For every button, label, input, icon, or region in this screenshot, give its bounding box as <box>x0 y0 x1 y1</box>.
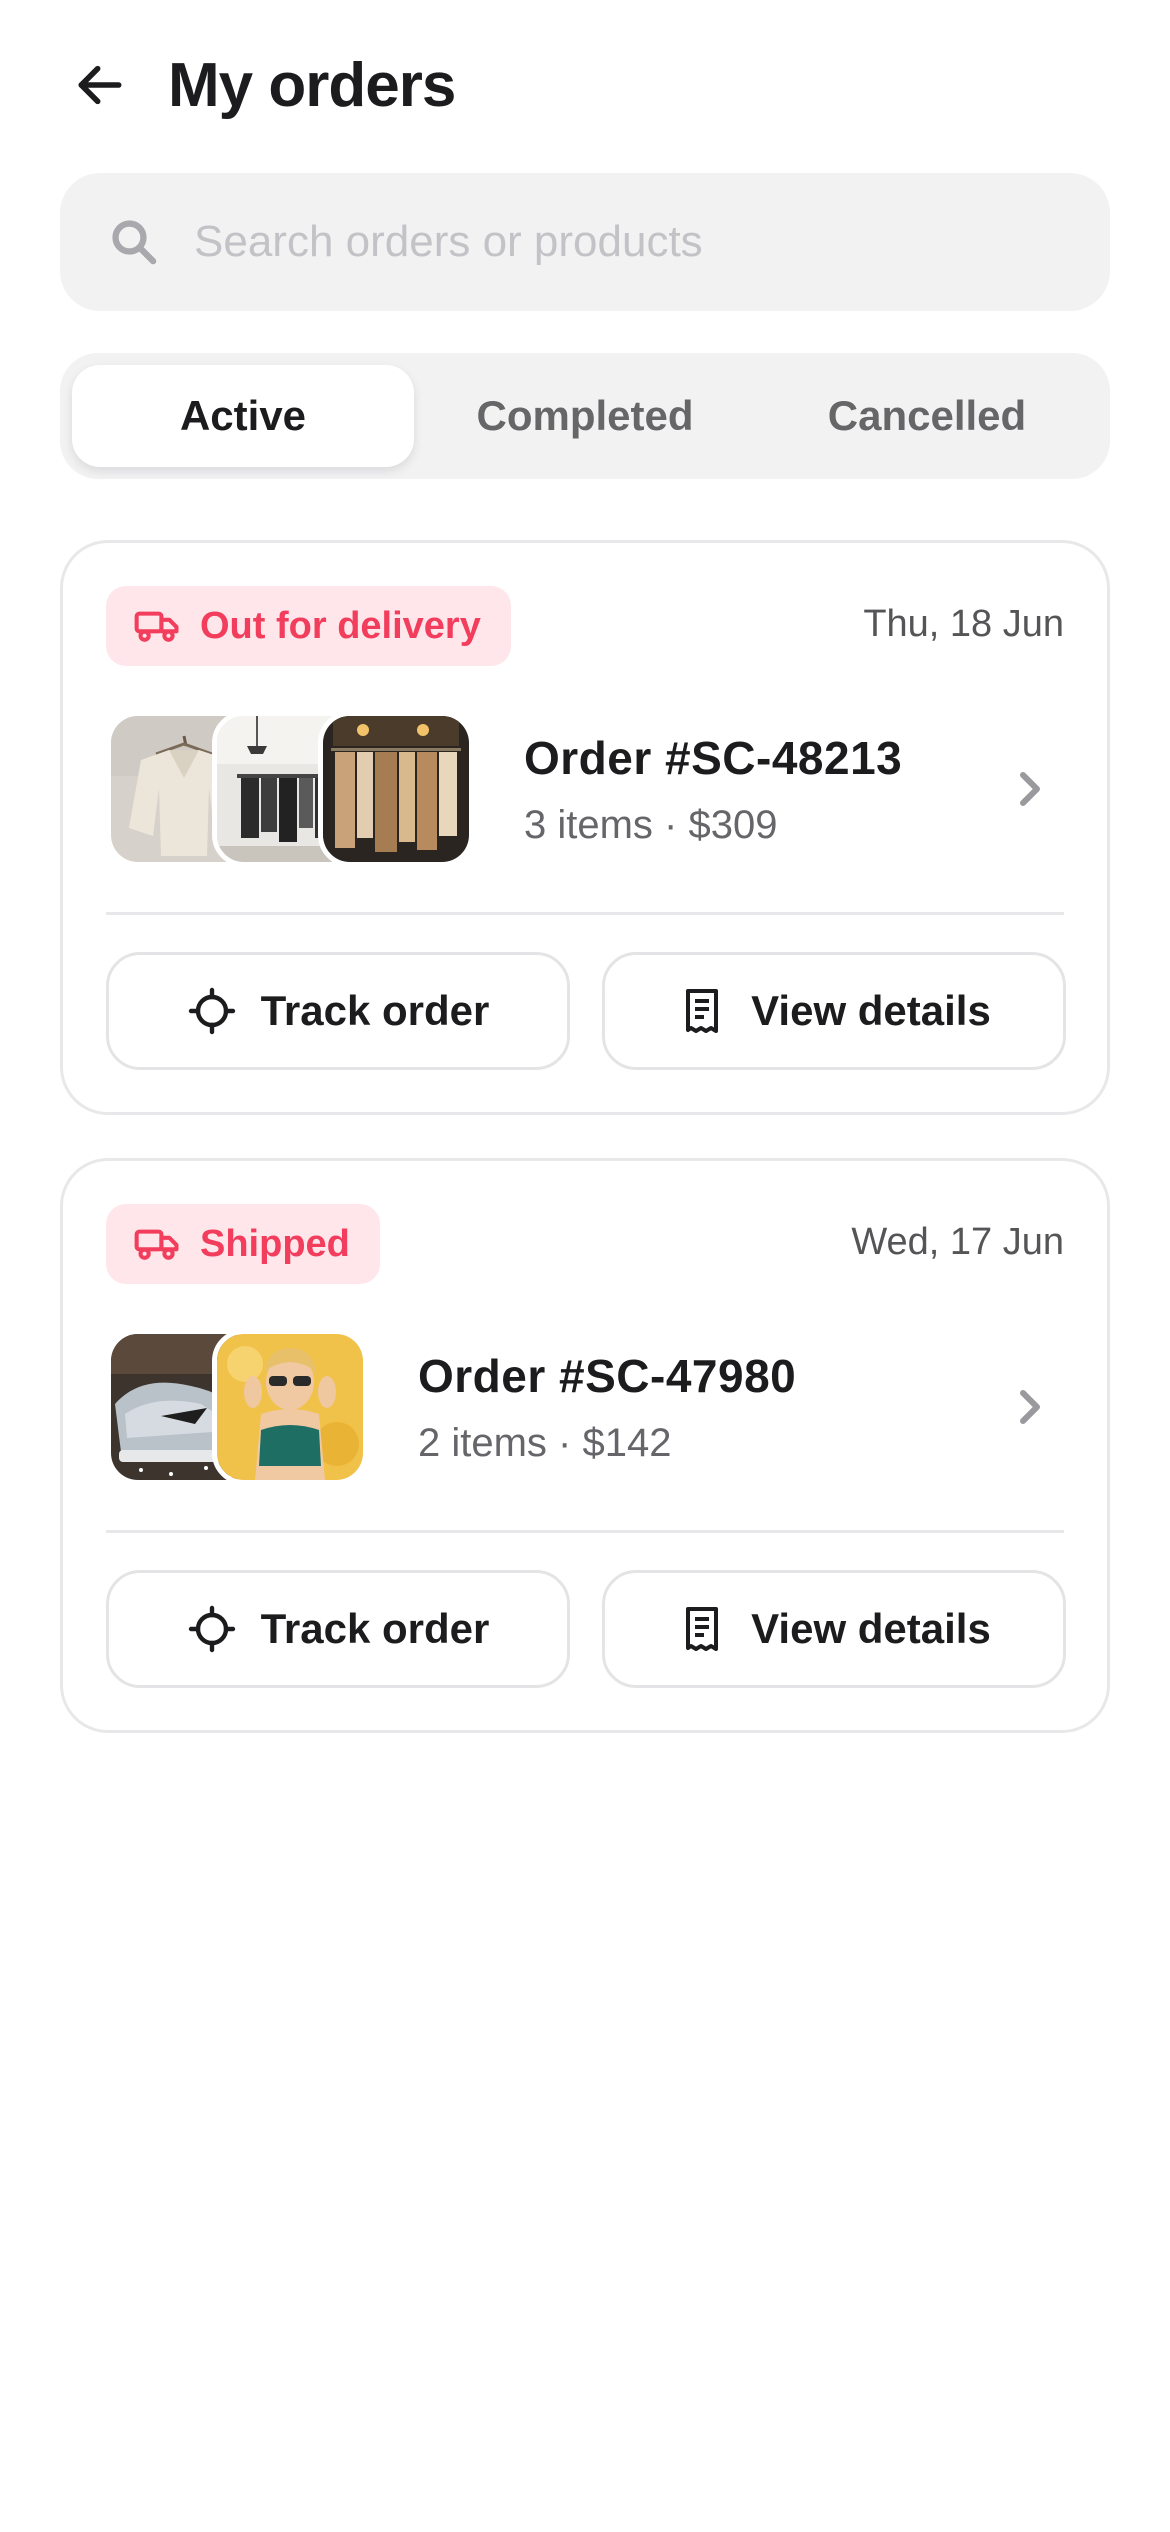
page-title: My orders <box>168 51 456 120</box>
order-card[interactable]: Out for delivery Thu, 18 Jun Order #SC-4… <box>60 540 1110 1115</box>
order-number: Order #SC-47980 <box>418 1350 797 1402</box>
order-summary: 3 items · $309 <box>524 803 778 847</box>
chevron-right-icon[interactable] <box>1009 765 1049 813</box>
track-order-label: Track order <box>260 1605 490 1652</box>
chevron-right-icon[interactable] <box>1009 1383 1049 1431</box>
search-input[interactable] <box>194 217 1074 267</box>
divider <box>106 1530 1064 1533</box>
status-badge: Out for delivery <box>106 586 511 666</box>
order-status-tabs: Active Completed Cancelled <box>60 353 1110 479</box>
view-details-label: View details <box>751 1605 991 1652</box>
order-date: Thu, 18 Jun <box>863 603 1064 645</box>
order-card[interactable]: Shipped Wed, 17 Jun Order #SC-47980 2 it… <box>60 1158 1110 1733</box>
status-label: Shipped <box>200 1222 350 1265</box>
receipt-icon <box>677 986 727 1036</box>
track-order-button[interactable]: Track order <box>106 1570 570 1688</box>
tab-cancelled[interactable]: Cancelled <box>756 365 1098 467</box>
order-summary: 2 items · $142 <box>418 1421 672 1465</box>
view-details-button[interactable]: View details <box>602 952 1066 1070</box>
tab-completed[interactable]: Completed <box>414 365 756 467</box>
search-icon <box>106 214 162 270</box>
receipt-icon <box>677 1604 727 1654</box>
divider <box>106 912 1064 915</box>
crosshair-icon <box>187 1604 237 1654</box>
track-order-label: Track order <box>260 987 490 1034</box>
view-details-button[interactable]: View details <box>602 1570 1066 1688</box>
search-bar[interactable] <box>60 173 1110 311</box>
truck-icon <box>134 1224 180 1264</box>
order-date: Wed, 17 Jun <box>851 1221 1064 1263</box>
truck-icon <box>134 606 180 646</box>
status-label: Out for delivery <box>200 604 481 647</box>
crosshair-icon <box>187 986 237 1036</box>
product-thumbnail <box>212 1329 368 1485</box>
track-order-button[interactable]: Track order <box>106 952 570 1070</box>
product-thumbnail <box>318 711 474 867</box>
app-header: My orders <box>0 0 1170 170</box>
status-badge: Shipped <box>106 1204 380 1284</box>
view-details-label: View details <box>751 987 991 1034</box>
tab-active[interactable]: Active <box>72 365 414 467</box>
order-number: Order #SC-48213 <box>524 732 903 784</box>
arrow-left-icon <box>78 65 122 105</box>
back-button[interactable] <box>60 50 140 120</box>
